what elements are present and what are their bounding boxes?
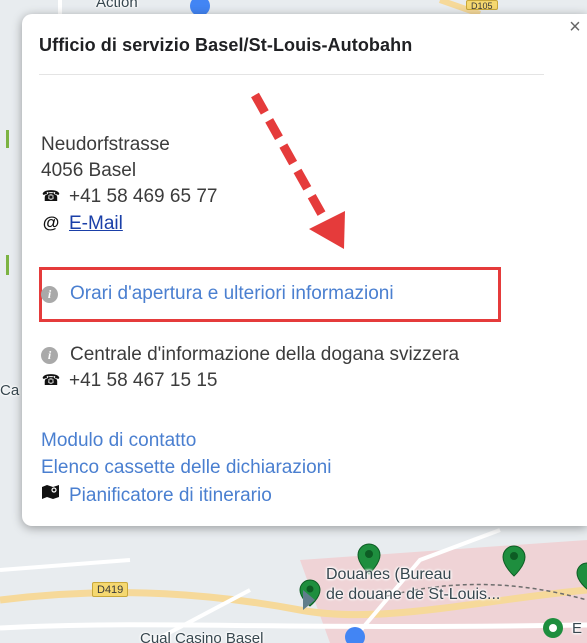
phone-number: +41 58 469 65 77 [69,186,218,207]
hours-info-link[interactable]: Orari d'apertura e ulteriori informazion… [70,283,394,304]
declaration-boxes-link[interactable]: Elenco cassette delle dichiarazioni [41,457,331,478]
map-label-top: Action [96,0,138,11]
boxes-row: Elenco cassette delle dichiarazioni [41,456,331,479]
map-label-bottom: Cual Casino Basel [140,630,264,643]
phone-row: ☎ +41 58 469 65 77 [41,185,218,208]
route-planner-row: Pianificatore di itinerario [41,484,272,507]
hours-row: i Orari d'apertura e ulteriori informazio… [41,282,394,305]
at-icon: @ [42,213,60,232]
route-planner-link[interactable]: Pianificatore di itinerario [69,485,272,506]
info-icon: i [41,347,58,364]
contact-form-link[interactable]: Modulo di contatto [41,430,196,451]
map-label-right-edge: E [572,620,583,637]
central-info-row: i Centrale d'informazione della dogana sv… [41,343,459,366]
map-label-left: Ca [0,382,20,399]
info-popup: Ufficio di servizio Basel/St-Louis-Autob… [22,14,587,526]
address-city: 4056 Basel [41,160,137,181]
phone-icon: ☎ [41,188,61,205]
road-badge-d419: D419 [92,582,129,597]
email-row: @ E-Mail [41,211,123,235]
central-info-text: Centrale d'informazione della dogana svi… [70,344,460,365]
map-label-douanes-1: Douanes (Bureau [326,566,452,583]
central-phone-row: ☎ +41 58 467 15 15 [41,369,218,392]
arrow-annotation [251,92,345,249]
contact-form-row: Modulo di contatto [41,429,196,452]
road-badge-top: D105 [466,0,498,11]
address-street: Neudorfstrasse [41,134,170,155]
map-route-icon [41,484,61,507]
map-label-douanes-2: de douane de St-Louis... [326,586,501,603]
info-icon: i [41,286,58,303]
central-phone-number: +41 58 467 15 15 [69,370,218,391]
email-link[interactable]: E-Mail [69,213,123,234]
title-divider [39,74,544,75]
phone-icon: ☎ [41,372,61,389]
close-button[interactable]: × [566,17,584,37]
popup-title: Ufficio di servizio Basel/St-Louis-Autob… [39,35,413,55]
